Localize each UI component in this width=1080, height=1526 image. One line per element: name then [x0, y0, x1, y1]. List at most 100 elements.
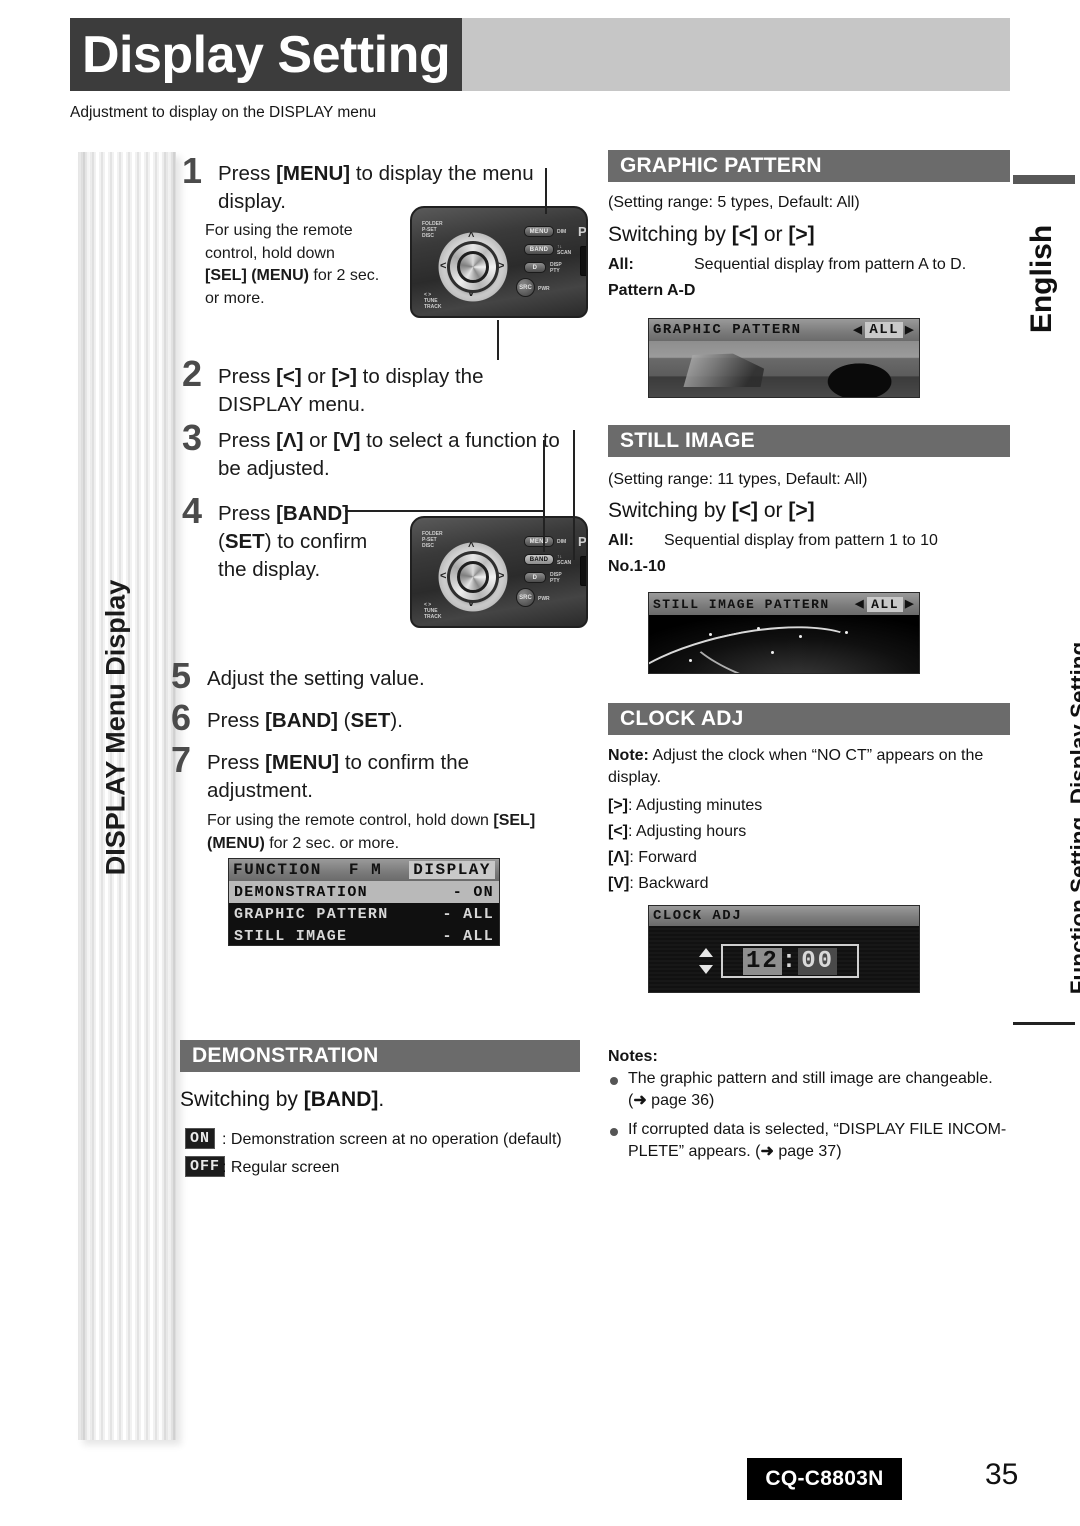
graphic-pattern-right-arrow-icon: ▶	[905, 325, 915, 337]
step-7-text: Press [MENU] to confirm the adjustment.	[207, 751, 470, 802]
step-3-text: Press [Λ] or [V] to select a function to…	[218, 429, 560, 480]
clock-adj-key-2-key: [Λ]	[608, 849, 630, 866]
radio-unit-illustration-1: FOLDER P-SET DISC ^ v < > < > TUNE TRACK SRC…	[410, 206, 588, 318]
graphic-pattern-lcd-value: ALL	[865, 322, 904, 338]
menu-lcd-row-still-image: STILL IMAGE - ALL	[229, 925, 499, 945]
still-image-pattern-label: No.1-10	[608, 558, 666, 575]
radio-right-chevron-1: >	[498, 260, 505, 272]
radio-right-chevron-2: >	[498, 570, 505, 582]
step-4-text: Press [BAND] (SET) to confirm the displa…	[218, 502, 368, 581]
clock-adj-key-0: [>]: Adjusting minutes	[608, 795, 762, 817]
step-5-text: Adjust the setting value.	[207, 667, 425, 690]
radio-up-chevron-2: ^	[468, 541, 475, 553]
clock-adj-key-3-key: [V]	[608, 875, 630, 892]
still-image-lcd-bar: STILL IMAGE PATTERN ◀ ALL ▶	[649, 593, 919, 615]
radio-left-chevron-1: <	[440, 260, 447, 272]
callout-line-arrows-1	[497, 320, 499, 360]
demonstration-heading: DEMONSTRATION	[180, 1040, 580, 1072]
step-2-number: 2	[182, 353, 203, 394]
radio-pwr-label-2: PWR	[538, 596, 550, 602]
still-image-heading: STILL IMAGE	[608, 425, 1010, 457]
clock-adj-lcd: CLOCK ADJ 12 : 00	[648, 905, 920, 993]
radio-disp-button-1: D	[524, 262, 546, 273]
menu-lcd-row-2-value: - ALL	[442, 927, 494, 945]
notes-item-0: The graphic pattern and still image are …	[628, 1070, 993, 1109]
radio-scan-label-1: ↑↓ SCAN	[557, 244, 572, 256]
demonstration-option-1-desc: : Regular screen	[222, 1159, 340, 1176]
radio-pty-label-1: DISP PTY	[550, 262, 562, 274]
menu-lcd-row-demonstration: DEMONSTRATION - ON	[229, 881, 499, 903]
radio-left-chevron-2: <	[440, 570, 447, 582]
radio-bottom-labels-1: < > TUNE TRACK	[424, 292, 442, 310]
radio-band-button-2: BAND	[524, 554, 554, 565]
radio-dim-label-1: DIM	[557, 229, 567, 235]
radio-up-chevron-1: ^	[468, 231, 475, 243]
step-5: 5 Adjust the setting value.	[171, 658, 537, 694]
still-image-switching: Switching by [<] or [>]	[608, 499, 815, 522]
menu-lcd-row-1-label: GRAPHIC PATTERN	[234, 905, 389, 923]
step-3: 3 Press [Λ] or [V] to select a function …	[182, 420, 588, 483]
radio-band-button-1: BAND	[524, 244, 554, 255]
still-image-lcd-value: ALL	[867, 596, 904, 612]
radio-disp-button-2: D	[524, 572, 546, 583]
graphic-pattern-lcd-bar: GRAPHIC PATTERN ◀ ALL ▶	[649, 319, 919, 341]
still-image-artwork	[649, 615, 919, 673]
radio-pty-label-2: DISP PTY	[550, 572, 562, 584]
radio-brand-1: Pa	[578, 224, 587, 239]
graphic-pattern-switching: Switching by [<] or [>]	[608, 223, 815, 246]
left-sidebar-label: DISPLAY Menu Display	[100, 579, 131, 876]
clock-adj-colon: :	[781, 947, 799, 975]
radio-left-labels-1: FOLDER P-SET DISC	[422, 221, 443, 239]
graphic-pattern-artwork	[649, 341, 919, 397]
radio-volume-knob-1	[457, 251, 489, 283]
radio-screen-2	[580, 556, 586, 586]
step-7-number: 7	[171, 739, 192, 780]
radio-bottom-labels-2: < > TUNE TRACK	[424, 602, 442, 620]
clock-adj-key-0-key: [>]	[608, 797, 628, 814]
radio-brand-2: Pa	[578, 534, 587, 549]
still-image-lcd-title: STILL IMAGE PATTERN	[653, 596, 830, 612]
menu-lcd-title-mid: F M	[348, 861, 383, 879]
step-6-number: 6	[171, 697, 192, 738]
radio-menu-button-1: MENU	[524, 226, 554, 237]
still-image-lcd: STILL IMAGE PATTERN ◀ ALL ▶	[648, 592, 920, 674]
menu-lcd-title-bar: FUNCTION F M DISPLAY	[229, 859, 499, 881]
menu-lcd-title-left: FUNCTION	[233, 861, 322, 879]
graphic-pattern-all-label: All:	[608, 256, 634, 273]
notes-item-1: If corrupted data is selected, “DISPLAY …	[628, 1121, 1007, 1160]
page-number: 35	[985, 1458, 1019, 1491]
model-badge: CQ-C8803N	[747, 1458, 902, 1500]
step-6-text: Press [BAND] (SET).	[207, 709, 403, 732]
clock-adj-time-field: 12 : 00	[721, 944, 859, 978]
clock-adj-key-1-key: [<]	[608, 823, 628, 840]
menu-lcd-row-0-label: DEMONSTRATION	[234, 883, 368, 901]
callout-line-menu-1	[545, 168, 547, 214]
sidebar-top-rule	[1013, 175, 1075, 184]
radio-volume-knob-2	[457, 561, 489, 593]
callout-line-arrows-2	[543, 440, 545, 552]
still-image-right-arrow-icon: ▶	[905, 599, 915, 611]
clock-adj-lcd-title: CLOCK ADJ	[653, 908, 743, 924]
clock-adj-key-3-desc: : Backward	[629, 875, 709, 892]
radio-unit-illustration-2: FOLDER P-SET DISC ^ v < > < > TUNE TRACK SRC…	[410, 516, 588, 628]
graphic-pattern-lcd-title: GRAPHIC PATTERN	[653, 322, 802, 338]
step-5-number: 5	[171, 655, 192, 696]
menu-lcd-row-graphic-pattern: GRAPHIC PATTERN - ALL	[229, 903, 499, 925]
clock-adj-updown-arrows-icon	[699, 948, 713, 974]
clock-adj-note: Note: Adjust the clock when “NO CT” appe…	[608, 747, 984, 786]
still-image-range: (Setting range: 11 types, Default: All)	[608, 471, 868, 488]
demonstration-option-0-glyph: ON	[185, 1127, 216, 1149]
clock-adj-hours: 12	[742, 947, 782, 975]
step-2: 2 Press [<] or [>] to display the DISPLA…	[182, 356, 548, 419]
radio-pwr-label-1: PWR	[538, 286, 550, 292]
clock-adj-key-1: [<]: Adjusting hours	[608, 821, 746, 843]
step-2-text: Press [<] or [>] to display the DISPLAY …	[218, 365, 484, 416]
menu-lcd-row-0-value: - ON	[452, 883, 494, 901]
step-4: 4 Press [BAND] (SET) to confirm the disp…	[182, 493, 378, 584]
graphic-pattern-all-desc: Sequential display from pattern A to D.	[694, 256, 967, 273]
manual-page: Display Setting Adjustment to display on…	[0, 0, 1080, 1526]
menu-lcd-title-right: DISPLAY	[409, 861, 495, 879]
callout-line-arrows-3	[573, 430, 575, 560]
radio-src-button-1: SRC	[516, 278, 535, 297]
clock-adj-key-2: [Λ]: Forward	[608, 847, 697, 869]
